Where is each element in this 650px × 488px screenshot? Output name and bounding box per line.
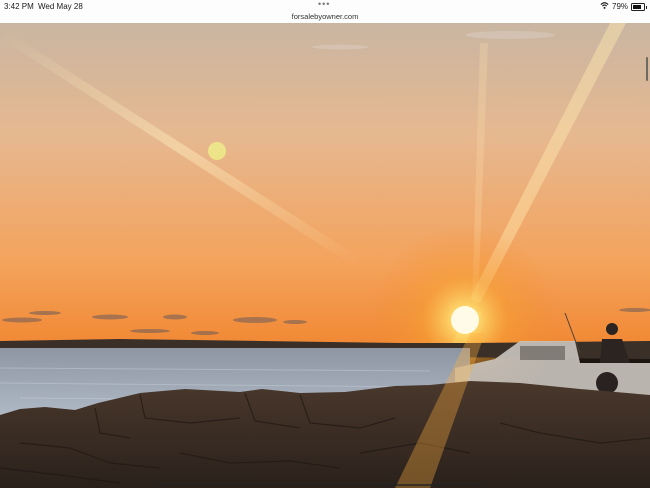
- battery-percent: 79%: [612, 2, 629, 11]
- home-indicator[interactable]: [155, 484, 485, 486]
- sunset-photo[interactable]: [0, 23, 650, 488]
- status-date: Wed May 28: [38, 2, 83, 11]
- status-bar: 3:42 PM Wed May 28 ••• forsalebyowner.co…: [0, 0, 650, 23]
- address-url[interactable]: forsalebyowner.com: [0, 12, 650, 21]
- multitask-dots-icon[interactable]: •••: [318, 0, 330, 9]
- scroll-indicator[interactable]: [646, 57, 648, 81]
- battery-icon: [631, 3, 647, 11]
- wifi-icon: [600, 1, 609, 12]
- status-time: 3:42 PM: [4, 2, 34, 11]
